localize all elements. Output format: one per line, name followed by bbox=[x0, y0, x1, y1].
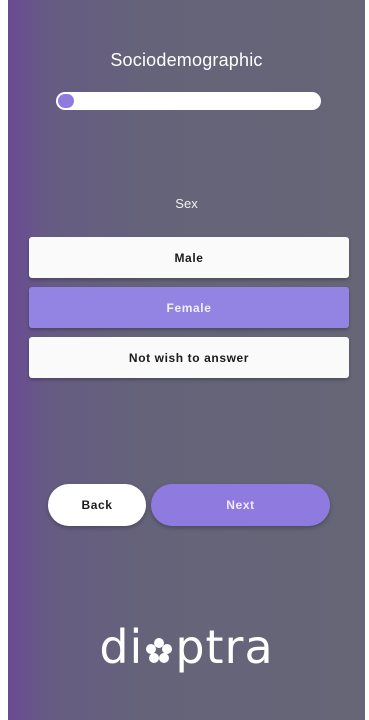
page-title: Sociodemographic bbox=[110, 50, 263, 70]
progress-bar bbox=[56, 92, 321, 110]
brand-logo-wordmark: di ptra bbox=[99, 620, 274, 674]
brand-logo: di ptra bbox=[8, 612, 365, 682]
option-female-button[interactable]: Female bbox=[29, 287, 349, 328]
flower-icon bbox=[146, 638, 173, 663]
option-male-button[interactable]: Male bbox=[29, 237, 349, 278]
next-button[interactable]: Next bbox=[151, 484, 330, 526]
question-label: Sex bbox=[175, 196, 198, 211]
survey-screen: Sociodemographic Sex Male Female Not wis… bbox=[8, 0, 365, 720]
option-not-wish-to-answer-button[interactable]: Not wish to answer bbox=[29, 337, 349, 378]
back-button[interactable]: Back bbox=[48, 484, 146, 526]
progress-bar-fill bbox=[58, 94, 74, 108]
